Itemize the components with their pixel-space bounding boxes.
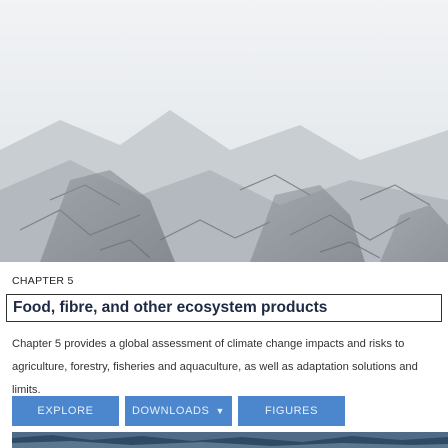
figures-button-label: FIGURES	[264, 405, 319, 417]
downloads-button-label: DOWNLOADS	[131, 405, 210, 417]
chapter-title: Food, fibre, and other ecosystem product…	[13, 299, 328, 316]
hero-image	[0, 0, 448, 262]
chevron-down-icon: ▼	[215, 405, 226, 416]
action-buttons: EXPLORE DOWNLOADS ▼ FIGURES	[12, 396, 345, 426]
next-card-image-preview	[12, 432, 448, 448]
chapter-label: CHAPTER 5	[12, 275, 74, 287]
chapter-title-link[interactable]: Food, fibre, and other ecosystem product…	[6, 294, 442, 322]
figures-button[interactable]: FIGURES	[238, 396, 345, 426]
explore-button[interactable]: EXPLORE	[12, 396, 119, 426]
downloads-button[interactable]: DOWNLOADS ▼	[125, 396, 232, 426]
chapter-description: Chapter 5 provides a global assessment o…	[12, 338, 418, 396]
explore-button-label: EXPLORE	[37, 405, 94, 417]
